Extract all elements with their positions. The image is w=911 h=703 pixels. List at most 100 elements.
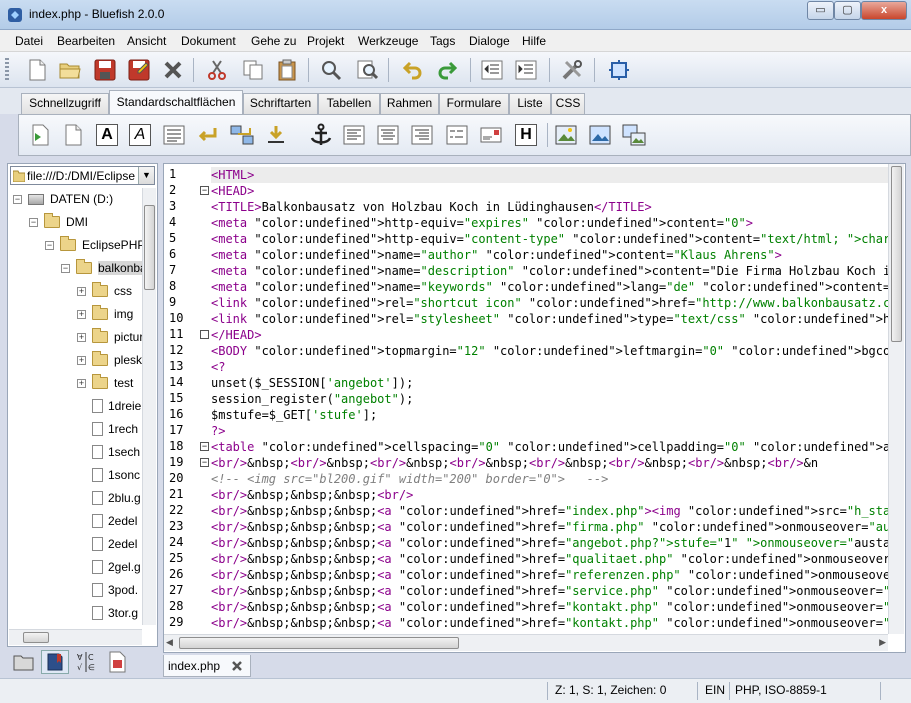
code-line[interactable]: <HTML> <box>211 167 888 183</box>
tab-schnellzugriff[interactable]: Schnellzugriff <box>21 93 109 114</box>
code-line[interactable]: $mstufe=$_GET['stufe']; <box>211 407 377 423</box>
code-line[interactable]: <meta "color:undefined">http-equiv="expi… <box>211 215 753 231</box>
code-line[interactable]: <table "color:undefined">cellspacing="0"… <box>211 439 888 455</box>
sidebar-scroll-thumb[interactable] <box>144 205 155 290</box>
new-file-icon[interactable] <box>24 57 50 83</box>
thumbnail-icon[interactable] <box>587 122 613 148</box>
code-line[interactable]: <? <box>211 359 225 375</box>
tree-item[interactable]: 1sech <box>77 441 140 463</box>
expand-icon[interactable]: + <box>77 309 86 319</box>
code-line[interactable]: <TITLE>Balkonbausatz von Holzbau Koch in… <box>211 199 652 215</box>
code-line[interactable]: unset($_SESSION['angebot']); <box>211 375 413 391</box>
quickstart-icon[interactable] <box>27 122 53 148</box>
code-line[interactable]: <meta "color:undefined">name="keywords" … <box>211 279 888 295</box>
italic-icon[interactable]: A <box>127 122 153 148</box>
maximize-button[interactable]: ▢ <box>834 1 861 20</box>
tree-item[interactable]: 3tor.g <box>77 602 138 624</box>
sidebar-hscroll-thumb[interactable] <box>23 632 49 643</box>
code-line[interactable]: <!-- <img src="bl200.gif" width="200" bo… <box>211 471 608 487</box>
code-line[interactable]: <BODY "color:undefined">topmargin="12" "… <box>211 343 888 359</box>
cut-icon[interactable] <box>204 57 230 83</box>
expand-icon[interactable]: + <box>77 286 86 296</box>
code-line[interactable]: <br/>&nbsp;&nbsp;&nbsp;<a "color:undefin… <box>211 615 888 631</box>
nbsp-icon[interactable] <box>263 122 289 148</box>
open-folder-icon[interactable] <box>57 57 83 83</box>
bookmarks-icon[interactable] <box>41 650 69 674</box>
multi-thumbnail-icon[interactable] <box>621 122 647 148</box>
tree-item[interactable]: 2edel <box>77 533 137 555</box>
expand-icon[interactable]: + <box>77 355 86 365</box>
scroll-right-arrow-icon[interactable]: ▶ <box>879 637 886 648</box>
redo-icon[interactable] <box>434 57 460 83</box>
fold-toggle-icon[interactable]: − <box>200 442 209 451</box>
tab-rahmen[interactable]: Rahmen <box>380 93 439 114</box>
menu-dokument[interactable]: Dokument <box>181 34 236 48</box>
tab-schriftarten[interactable]: Schriftarten <box>243 93 318 114</box>
code-line[interactable]: <HEAD> <box>211 183 254 199</box>
close-file-icon[interactable] <box>160 57 186 83</box>
collapse-icon[interactable]: − <box>29 217 38 227</box>
break-clear-icon[interactable] <box>229 122 255 148</box>
menu-werkzeuge[interactable]: Werkzeuge <box>358 34 418 48</box>
document-tab[interactable]: index.php <box>163 655 251 677</box>
menu-projekt[interactable]: Projekt <box>307 34 344 48</box>
snippets-icon[interactable] <box>103 650 131 674</box>
close-tab-icon[interactable] <box>231 660 243 672</box>
code-line[interactable]: <br/>&nbsp;&nbsp;&nbsp;<a "color:undefin… <box>211 583 888 599</box>
code-line[interactable]: <meta "color:undefined">http-equiv="cont… <box>211 231 888 247</box>
code-area[interactable]: <HTML> <HEAD> <TITLE>Balkonbausatz von Hol… <box>211 164 888 634</box>
editor-hscroll-thumb[interactable] <box>179 637 459 649</box>
align-left-icon[interactable] <box>341 122 367 148</box>
code-line[interactable]: <br/>&nbsp;&nbsp;&nbsp;<a "color:undefin… <box>211 599 888 615</box>
sidebar-horizontal-scrollbar[interactable] <box>9 629 142 645</box>
image-icon[interactable] <box>553 122 579 148</box>
menu-datei[interactable]: Datei <box>15 34 43 48</box>
fold-toggle-icon[interactable] <box>200 330 209 339</box>
tab-tabellen[interactable]: Tabellen <box>318 93 380 114</box>
save-icon[interactable] <box>92 57 118 83</box>
menu-dialoge[interactable]: Dialoge <box>469 34 510 48</box>
undo-icon[interactable] <box>400 57 426 83</box>
code-line[interactable]: <br/>&nbsp;&nbsp;&nbsp;<a "color:undefin… <box>211 519 888 535</box>
align-right-icon[interactable] <box>409 122 435 148</box>
tree-item[interactable]: − EclipsePHP <box>45 234 142 256</box>
body-icon[interactable] <box>60 122 86 148</box>
paste-icon[interactable] <box>274 57 300 83</box>
code-line[interactable]: </HEAD> <box>211 327 262 343</box>
sidebar-vertical-scrollbar[interactable] <box>142 188 156 625</box>
tree-item[interactable]: + pictur <box>77 326 142 348</box>
minimize-button[interactable]: ▭ <box>807 1 834 20</box>
editor-scroll-thumb[interactable] <box>891 166 902 342</box>
code-line[interactable]: <br/>&nbsp;&nbsp;&nbsp;<a "color:undefin… <box>211 503 888 519</box>
tab-formulare[interactable]: Formulare <box>439 93 509 114</box>
anchor-icon[interactable] <box>308 122 334 148</box>
code-line[interactable]: <br/>&nbsp;&nbsp;&nbsp;<a "color:undefin… <box>211 535 888 551</box>
tree-item[interactable]: 2gel.g <box>77 556 141 578</box>
tree-item[interactable]: 1sonc <box>77 464 140 486</box>
tree-item[interactable]: 2blu.g <box>77 487 141 509</box>
code-line[interactable]: <br/>&nbsp;&nbsp;&nbsp;<br/> <box>211 487 413 503</box>
path-dropdown[interactable]: file:///D:/DMI/Eclipse ▼ <box>10 166 155 185</box>
fold-toggle-icon[interactable]: − <box>200 186 209 195</box>
find-icon[interactable] <box>318 57 344 83</box>
charmap-icon[interactable]: ∀ C √ ∈ <box>72 650 100 674</box>
fullscreen-icon[interactable] <box>606 57 632 83</box>
menu-tags[interactable]: Tags <box>430 34 455 48</box>
tree-item[interactable]: 1dreie <box>77 395 141 417</box>
tree-item[interactable]: − DATEN (D:) <box>13 188 113 210</box>
unindent-icon[interactable] <box>479 57 505 83</box>
collapse-icon[interactable]: − <box>61 263 70 273</box>
tree-item[interactable]: 2edel <box>77 510 137 532</box>
tree-item[interactable]: − balkonba <box>61 257 142 279</box>
menu-gehe-zu[interactable]: Gehe zu <box>251 34 296 48</box>
editor-vertical-scrollbar[interactable] <box>888 164 904 634</box>
paragraph-icon[interactable] <box>161 122 187 148</box>
tree-item[interactable]: 1rech <box>77 418 138 440</box>
code-line[interactable]: <br/>&nbsp;&nbsp;&nbsp;<a "color:undefin… <box>211 567 888 583</box>
filebrowser-icon[interactable] <box>10 650 38 674</box>
code-line[interactable]: <link "color:undefined">rel="shortcut ic… <box>211 295 888 311</box>
tree-item[interactable]: 3pod. <box>77 579 138 601</box>
tree-item[interactable]: + test <box>77 372 133 394</box>
tab-liste[interactable]: Liste <box>509 93 551 114</box>
scroll-left-arrow-icon[interactable]: ◀ <box>166 637 173 648</box>
